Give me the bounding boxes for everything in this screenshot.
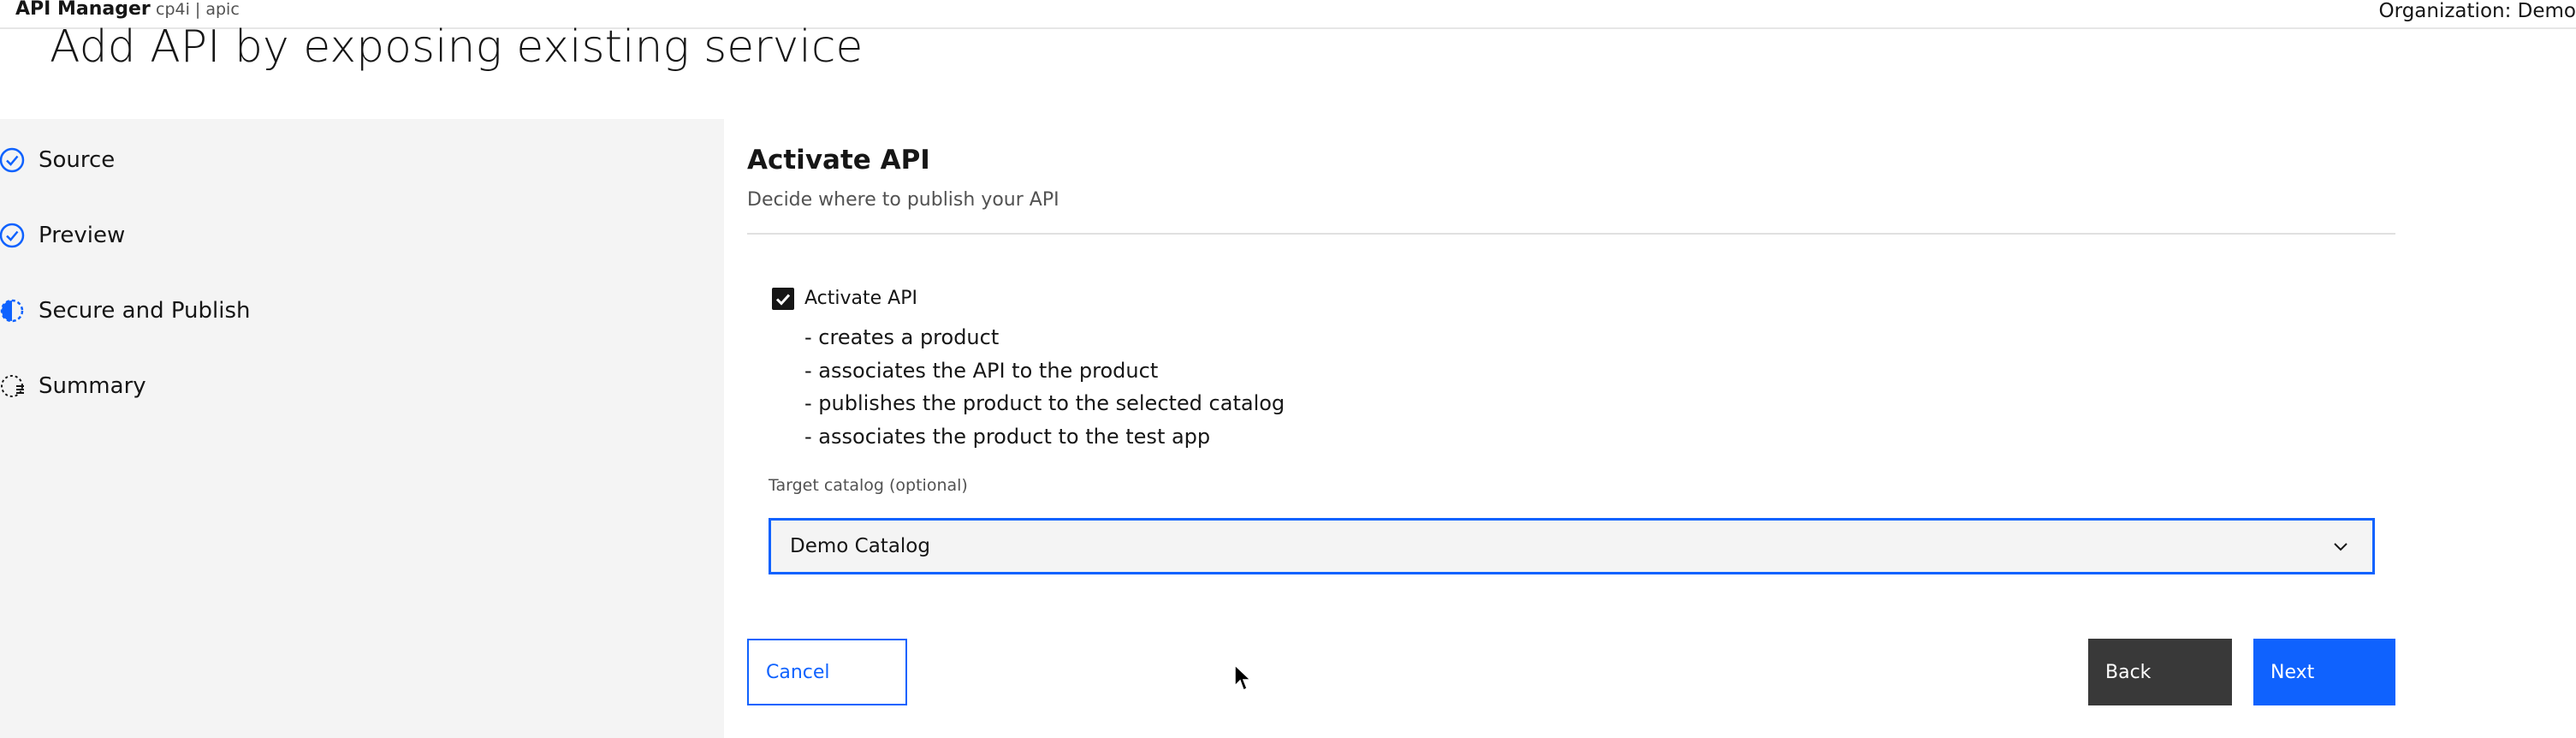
in-progress-icon bbox=[0, 299, 24, 323]
step-label: Summary bbox=[39, 373, 146, 399]
step-label: Source bbox=[39, 147, 116, 173]
next-button[interactable]: Next bbox=[2253, 639, 2395, 705]
step-preview[interactable]: Preview bbox=[0, 217, 719, 254]
section-title: Activate API bbox=[747, 145, 930, 176]
activate-description-list: - creates a product - associates the API… bbox=[804, 321, 1285, 453]
cancel-button[interactable]: Cancel bbox=[747, 639, 907, 705]
list-item: - publishes the product to the selected … bbox=[804, 391, 1285, 415]
target-catalog-label: Target catalog (optional) bbox=[769, 476, 968, 495]
target-catalog-select[interactable]: Demo Catalog bbox=[769, 518, 2375, 574]
app-name[interactable]: API Manager bbox=[15, 0, 151, 19]
section-subtitle: Decide where to publish your API bbox=[747, 189, 1059, 211]
incomplete-icon bbox=[1, 375, 24, 397]
mouse-cursor-icon bbox=[1234, 664, 1252, 692]
chevron-down-icon bbox=[2334, 543, 2347, 551]
back-button[interactable]: Back bbox=[2088, 639, 2232, 705]
checkmark-icon bbox=[775, 294, 791, 306]
step-label: Secure and Publish bbox=[39, 298, 251, 324]
step-source[interactable]: Source bbox=[0, 141, 719, 179]
checkmark-outline-icon bbox=[0, 223, 25, 248]
list-item: - associates the API to the product bbox=[804, 358, 1159, 383]
activate-api-checkbox[interactable] bbox=[772, 288, 794, 310]
breadcrumb[interactable]: cp4i | apic bbox=[156, 1, 240, 18]
main-panel: Activate API Decide where to publish you… bbox=[724, 119, 2576, 726]
activate-api-label[interactable]: Activate API bbox=[804, 285, 917, 312]
organization-selector[interactable]: Organization: Demo bbox=[2379, 1, 2576, 21]
step-summary[interactable]: Summary bbox=[0, 367, 719, 405]
divider bbox=[747, 233, 2395, 235]
list-item: - creates a product bbox=[804, 325, 1000, 349]
target-catalog-value: Demo Catalog bbox=[790, 535, 930, 557]
checkmark-outline-icon bbox=[0, 147, 25, 173]
page-title: Add API by exposing existing service bbox=[50, 21, 864, 73]
progress-indicator: Source Preview Secure and Publish Summar… bbox=[0, 119, 724, 738]
step-secure-and-publish[interactable]: Secure and Publish bbox=[0, 292, 719, 330]
list-item: - associates the product to the test app bbox=[804, 424, 1211, 449]
step-label: Preview bbox=[39, 223, 126, 248]
